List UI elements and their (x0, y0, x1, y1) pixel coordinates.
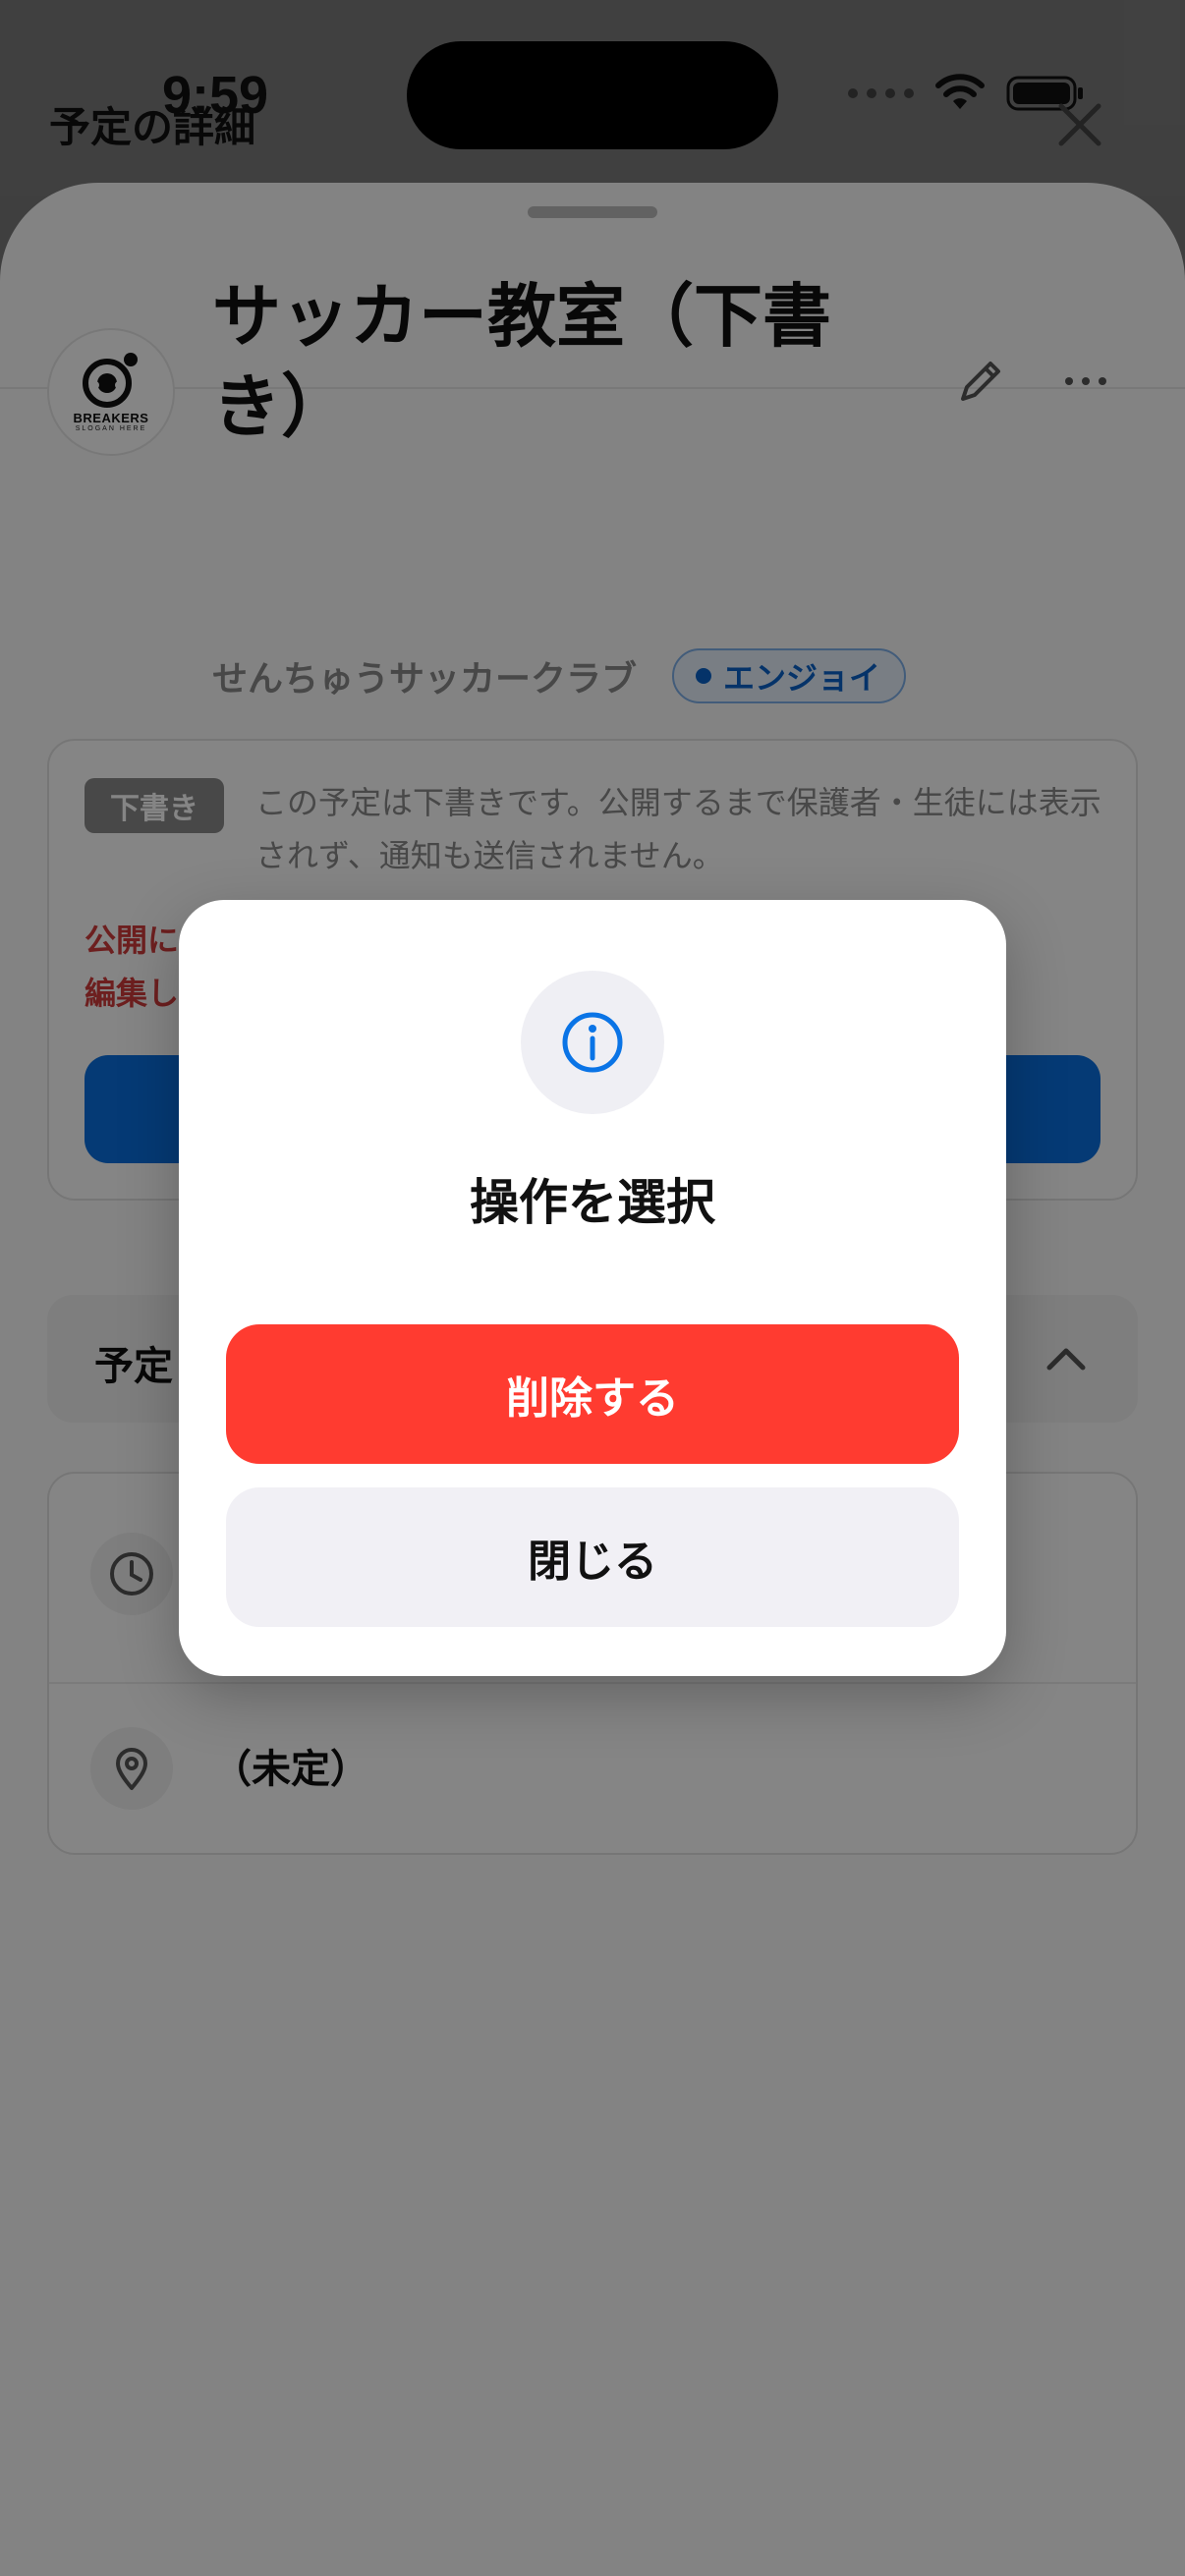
dialog-close-button[interactable]: 閉じる (226, 1487, 959, 1627)
dialog-title: 操作を選択 (470, 1174, 715, 1231)
delete-button[interactable]: 削除する (226, 1324, 959, 1464)
info-icon (521, 971, 664, 1114)
action-dialog: 操作を選択 削除する 閉じる (179, 900, 1006, 1676)
